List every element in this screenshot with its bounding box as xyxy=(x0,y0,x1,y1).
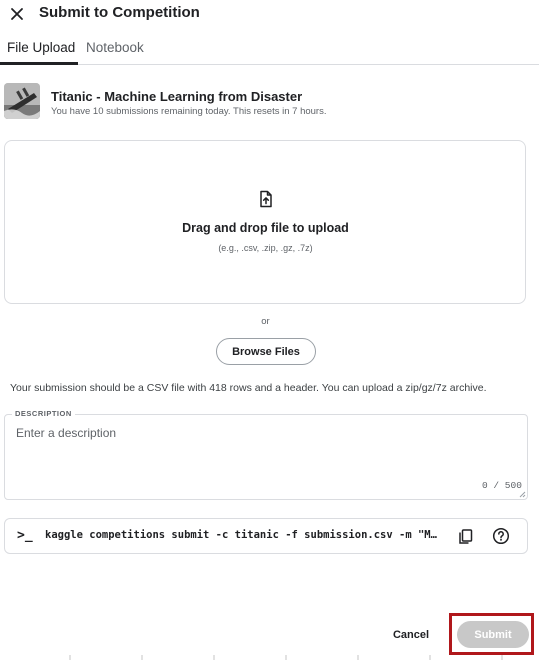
description-label: DESCRIPTION xyxy=(12,409,75,418)
help-icon[interactable] xyxy=(492,527,510,545)
dropzone-title: Drag and drop file to upload xyxy=(182,221,349,235)
tab-file-upload[interactable]: File Upload xyxy=(7,40,75,55)
api-command-text: kaggle competitions submit -c titanic -f… xyxy=(45,529,438,541)
dropzone-hint: (e.g., .csv, .zip, .gz, .7z) xyxy=(218,243,313,253)
close-icon xyxy=(11,8,23,20)
cancel-button[interactable]: Cancel xyxy=(385,625,437,645)
close-button[interactable] xyxy=(6,3,28,25)
competition-name: Titanic - Machine Learning from Disaster xyxy=(51,89,303,104)
tabs-divider xyxy=(0,64,539,65)
dialog-title: Submit to Competition xyxy=(39,4,200,21)
character-counter: 0 / 500 xyxy=(482,480,522,491)
bottom-edge-ticks xyxy=(69,655,503,660)
file-upload-icon xyxy=(260,190,272,208)
submission-requirements: Your submission should be a CSV file wit… xyxy=(10,382,487,394)
submissions-remaining: You have 10 submissions remaining today.… xyxy=(51,106,327,117)
active-tab-indicator xyxy=(0,62,78,65)
resize-handle-icon[interactable] xyxy=(518,490,526,498)
tab-notebook[interactable]: Notebook xyxy=(86,40,144,55)
submit-button[interactable]: Submit xyxy=(457,621,529,648)
browse-files-button[interactable]: Browse Files xyxy=(216,338,316,365)
copy-icon[interactable] xyxy=(457,527,475,545)
or-separator: or xyxy=(261,316,270,327)
terminal-prompt-icon: >_ xyxy=(17,528,33,543)
competition-thumbnail xyxy=(4,83,40,119)
description-input[interactable] xyxy=(6,424,522,474)
